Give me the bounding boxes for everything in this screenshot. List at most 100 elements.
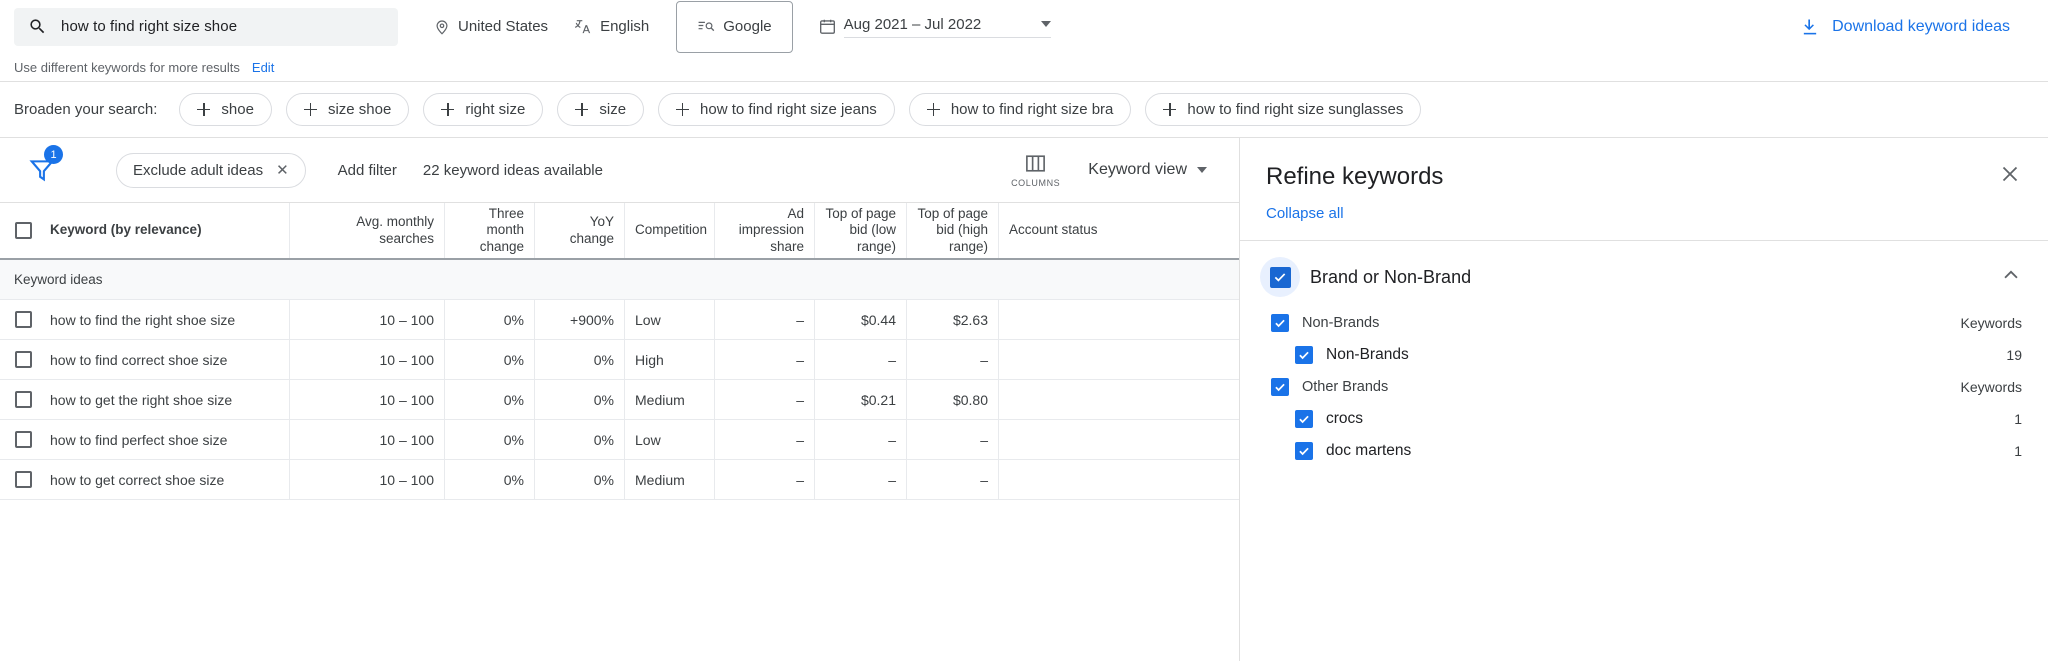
keyword-planner-page: how to find right size shoe United State… xyxy=(0,0,2048,661)
refine-group-label: Brand or Non-Brand xyxy=(1310,266,1472,287)
row-checkbox[interactable] xyxy=(14,311,32,328)
row-checkbox[interactable] xyxy=(14,431,32,448)
cell-three-month-change: 0% xyxy=(445,460,535,499)
cell-yoy-change: 0% xyxy=(535,460,625,499)
broaden-chip-6[interactable]: how to find right size sunglasses xyxy=(1145,93,1422,126)
broaden-chip-5[interactable]: how to find right size bra xyxy=(908,93,1132,126)
refine-row-value: Keywords xyxy=(1960,315,2022,331)
cell-yoy-change: +900% xyxy=(535,300,625,339)
filter-toolbar: 1 Exclude adult ideas ✕ Add filter 22 ke… xyxy=(0,138,1239,202)
location-selector[interactable]: United States xyxy=(420,8,561,46)
cell-account-status xyxy=(999,380,1239,419)
column-header-ad-impression-share[interactable]: Ad impression share xyxy=(715,203,815,258)
refine-row-non-brands-parent[interactable]: Non-Brands Keywords xyxy=(1240,307,2048,339)
cell-avg-monthly-searches: 10 – 100 xyxy=(290,300,445,339)
row-checkbox[interactable] xyxy=(14,471,32,488)
refine-row-label: Other Brands xyxy=(1302,379,1389,395)
column-header-three-month-change[interactable]: Three month change xyxy=(445,203,535,258)
table-row[interactable]: how to get correct shoe size 10 – 100 0%… xyxy=(0,460,1239,500)
broaden-chip-0[interactable]: shoe xyxy=(179,93,272,126)
download-keyword-ideas-button[interactable]: Download keyword ideas xyxy=(1800,17,2034,37)
cell-avg-monthly-searches: 10 – 100 xyxy=(290,340,445,379)
chevron-up-icon[interactable] xyxy=(2000,264,2022,291)
refine-row-checkbox[interactable] xyxy=(1271,314,1289,332)
group-checkbox[interactable] xyxy=(1269,266,1291,288)
table-row[interactable]: how to find correct shoe size 10 – 100 0… xyxy=(0,340,1239,380)
broaden-chip-label: size shoe xyxy=(327,101,392,118)
column-header-top-of-page-bid-high[interactable]: Top of page bid (high range) xyxy=(907,203,999,258)
refine-row-checkbox[interactable] xyxy=(1271,378,1289,396)
broaden-chip-4[interactable]: how to find right size jeans xyxy=(658,93,895,126)
broaden-chip-2[interactable]: right size xyxy=(423,93,544,126)
keyword-view-selector[interactable]: Keyword view xyxy=(1088,161,1207,179)
column-header-yoy-change[interactable]: YoY change xyxy=(535,203,625,258)
chevron-down-icon[interactable] xyxy=(1041,21,1052,27)
refine-row-label: doc martens xyxy=(1326,442,1412,459)
broaden-search-row: Broaden your search: shoe size shoe righ… xyxy=(0,82,2048,137)
column-header-keyword[interactable]: Keyword (by relevance) xyxy=(46,203,290,258)
cell-keyword[interactable]: how to get correct shoe size xyxy=(46,460,290,499)
columns-button[interactable]: COLUMNS xyxy=(1011,152,1060,188)
column-header-account-status[interactable]: Account status xyxy=(999,203,1239,258)
refine-row-checkbox[interactable] xyxy=(1295,442,1313,460)
cell-bid-low: $0.21 xyxy=(815,380,907,419)
column-header-top-of-page-bid-low[interactable]: Top of page bid (low range) xyxy=(815,203,907,258)
cell-avg-monthly-searches: 10 – 100 xyxy=(290,420,445,459)
refine-row-non-brands[interactable]: Non-Brands 19 xyxy=(1240,339,2048,371)
broaden-chip-1[interactable]: size shoe xyxy=(285,93,410,126)
active-filter-chip[interactable]: Exclude adult ideas ✕ xyxy=(116,152,306,188)
refine-row-crocs[interactable]: crocs 1 xyxy=(1240,403,2048,435)
cell-keyword[interactable]: how to get the right shoe size xyxy=(46,380,290,419)
broaden-label: Broaden your search: xyxy=(14,101,158,118)
refine-row-other-brands-parent[interactable]: Other Brands Keywords xyxy=(1240,371,2048,403)
table-row[interactable]: how to get the right shoe size 10 – 100 … xyxy=(0,380,1239,420)
edit-keywords-link[interactable]: Edit xyxy=(252,60,274,75)
cell-keyword[interactable]: how to find correct shoe size xyxy=(46,340,290,379)
select-all-checkbox[interactable] xyxy=(14,222,32,239)
refine-group-brand-or-non-brand[interactable]: Brand or Non-Brand xyxy=(1240,241,2048,307)
network-selector[interactable]: Google xyxy=(676,0,793,53)
broaden-chip-3[interactable]: size xyxy=(557,93,645,126)
columns-icon xyxy=(1026,155,1046,172)
select-all-cell xyxy=(0,203,46,258)
refine-row-checkbox[interactable] xyxy=(1295,410,1313,428)
filter-funnel-button[interactable]: 1 xyxy=(14,145,70,184)
row-select-cell xyxy=(0,420,46,459)
plus-icon xyxy=(303,103,317,116)
row-select-cell xyxy=(0,380,46,419)
table-row[interactable]: how to find perfect shoe size 10 – 100 0… xyxy=(0,420,1239,460)
table-group-row: Keyword ideas xyxy=(0,260,1239,300)
cell-bid-high: $2.63 xyxy=(907,300,999,339)
search-input[interactable]: how to find right size shoe xyxy=(14,7,398,46)
refine-row-label: Non-Brands xyxy=(1326,346,1409,363)
cell-keyword[interactable]: how to find the right shoe size xyxy=(46,300,290,339)
language-selector[interactable]: English xyxy=(561,8,662,46)
table-row[interactable]: how to find the right shoe size 10 – 100… xyxy=(0,300,1239,340)
column-header-avg-monthly-searches[interactable]: Avg. monthly searches xyxy=(290,203,445,258)
plus-icon xyxy=(676,103,690,116)
close-icon[interactable]: ✕ xyxy=(276,163,289,178)
cell-yoy-change: 0% xyxy=(535,340,625,379)
cell-bid-low: – xyxy=(815,460,907,499)
add-filter-button[interactable]: Add filter xyxy=(338,162,397,179)
cell-yoy-change: 0% xyxy=(535,380,625,419)
date-range-selector[interactable]: Aug 2021 – Jul 2022 xyxy=(805,8,1065,46)
row-checkbox[interactable] xyxy=(14,351,32,368)
refine-row-doc-martens[interactable]: doc martens 1 xyxy=(1240,435,2048,467)
cell-account-status xyxy=(999,300,1239,339)
columns-label: COLUMNS xyxy=(1011,178,1061,188)
cell-keyword[interactable]: how to find perfect shoe size xyxy=(46,420,290,459)
checkmark-icon xyxy=(1299,351,1309,360)
cell-ad-impression-share: – xyxy=(715,460,815,499)
row-checkbox[interactable] xyxy=(14,391,32,408)
cell-account-status xyxy=(999,340,1239,379)
cell-bid-low: – xyxy=(815,420,907,459)
collapse-all-link[interactable]: Collapse all xyxy=(1240,191,2048,222)
keyword-ideas-table: Keyword (by relevance) Avg. monthly sear… xyxy=(0,202,1239,661)
translate-icon xyxy=(574,20,591,34)
top-toolbar: how to find right size shoe United State… xyxy=(0,0,2048,53)
close-icon[interactable] xyxy=(1998,162,2022,191)
plus-icon xyxy=(926,103,940,116)
column-header-competition[interactable]: Competition xyxy=(625,203,715,258)
refine-row-checkbox[interactable] xyxy=(1295,346,1313,364)
